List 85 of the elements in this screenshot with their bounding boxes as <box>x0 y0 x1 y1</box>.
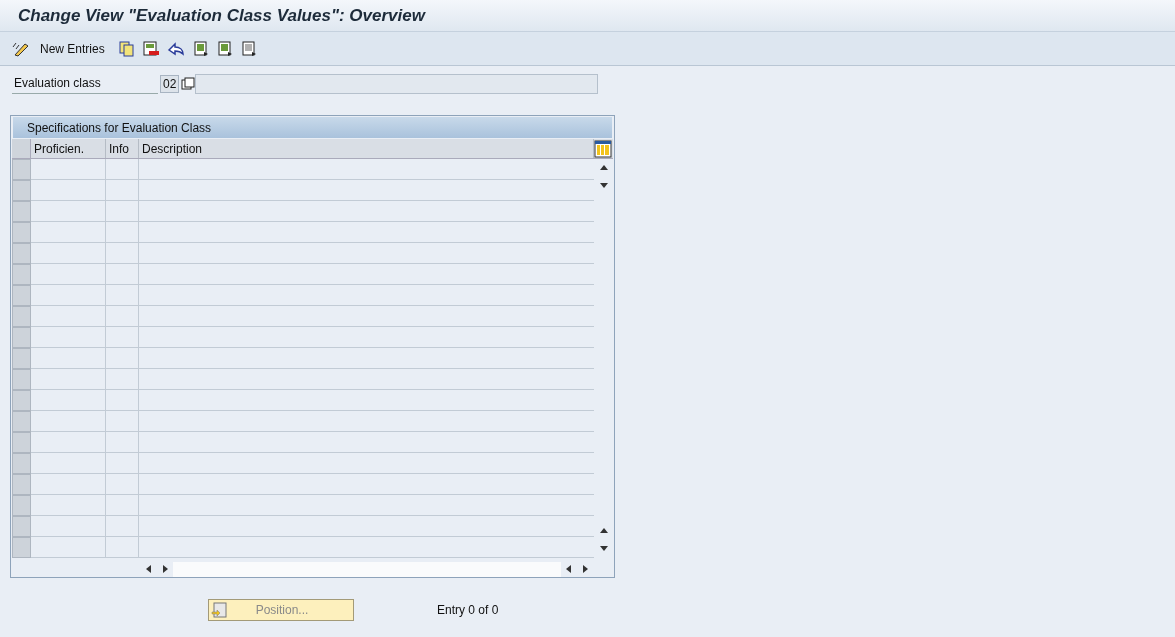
window-title: Change View "Evaluation Class Values": Overview <box>18 4 425 27</box>
row-selector[interactable] <box>12 264 31 285</box>
table-cell[interactable] <box>106 159 139 180</box>
table-cell[interactable] <box>31 285 106 306</box>
row-selector[interactable] <box>12 348 31 369</box>
table-cell[interactable] <box>31 537 106 558</box>
row-selector[interactable] <box>12 411 31 432</box>
table-cell[interactable] <box>106 306 139 327</box>
column-settings-icon[interactable] <box>594 139 612 158</box>
table-cell[interactable] <box>106 495 139 516</box>
table-cell[interactable] <box>106 264 139 285</box>
table-cell[interactable] <box>106 411 139 432</box>
row-selector[interactable] <box>12 222 31 243</box>
undo-arrow-icon[interactable] <box>166 40 185 57</box>
row-selector[interactable] <box>12 516 31 537</box>
table-cell[interactable] <box>31 264 106 285</box>
field-label: Evaluation class <box>12 74 158 94</box>
table-cell[interactable] <box>106 285 139 306</box>
row-selector[interactable] <box>12 453 31 474</box>
row-selector[interactable] <box>12 537 31 558</box>
table-cell[interactable] <box>31 348 106 369</box>
row-selector[interactable] <box>12 474 31 495</box>
scroll-right-icon[interactable] <box>161 565 169 573</box>
table-cell[interactable] <box>106 180 139 201</box>
table-cell[interactable] <box>31 516 106 537</box>
new-entries-button[interactable]: New Entries <box>40 39 105 58</box>
delete-row-icon[interactable] <box>142 40 159 57</box>
value-help-icon[interactable] <box>181 77 196 91</box>
document-icon[interactable] <box>216 40 233 57</box>
table-cell[interactable] <box>106 537 139 558</box>
scroll-up-icon[interactable] <box>599 164 608 172</box>
table-cell[interactable] <box>31 474 106 495</box>
table-cell[interactable] <box>31 432 106 453</box>
table-cell[interactable] <box>106 369 139 390</box>
row-selector[interactable] <box>12 285 31 306</box>
table-cell[interactable] <box>106 348 139 369</box>
scroll-left-icon[interactable] <box>145 565 153 573</box>
row-selector[interactable] <box>12 201 31 222</box>
pencil-icon[interactable] <box>12 40 30 57</box>
table-cell[interactable] <box>31 159 106 180</box>
scroll-right-icon[interactable] <box>581 565 589 573</box>
row-selector[interactable] <box>12 327 31 348</box>
table-cell[interactable] <box>31 327 106 348</box>
table-cell[interactable] <box>31 369 106 390</box>
table-cell[interactable] <box>31 390 106 411</box>
table-cell[interactable] <box>106 243 139 264</box>
row-selector[interactable] <box>12 180 31 201</box>
scroll-left-icon[interactable] <box>565 565 573 573</box>
row-selector[interactable] <box>12 369 31 390</box>
table-cell[interactable] <box>106 390 139 411</box>
table-cell[interactable] <box>31 453 106 474</box>
table-cell[interactable] <box>106 453 139 474</box>
table-cell[interactable] <box>106 222 139 243</box>
column-header[interactable]: Proficien. <box>31 139 106 158</box>
table-cell[interactable] <box>106 474 139 495</box>
scroll-down-icon[interactable] <box>599 182 608 190</box>
column-header[interactable]: Info <box>106 139 139 158</box>
row-selector-header[interactable] <box>12 139 31 158</box>
horizontal-scrollbar[interactable] <box>173 561 561 577</box>
row-selector[interactable] <box>12 306 31 327</box>
table-cell[interactable] <box>31 411 106 432</box>
table-cell[interactable] <box>31 180 106 201</box>
evaluation-class-field[interactable]: 02 <box>160 75 180 93</box>
entry-counter: Entry 0 of 0 <box>437 602 499 619</box>
table-cell[interactable] <box>106 432 139 453</box>
scroll-down-icon[interactable] <box>599 545 608 553</box>
table-title: Specifications for Evaluation Class <box>13 117 612 138</box>
document-icon[interactable] <box>192 40 209 57</box>
position-icon <box>211 602 227 618</box>
copy-icon[interactable] <box>118 40 135 57</box>
table-cell[interactable] <box>106 201 139 222</box>
table-cell[interactable] <box>106 516 139 537</box>
scroll-up-icon[interactable] <box>599 527 608 535</box>
document-icon[interactable] <box>240 40 257 57</box>
row-selector[interactable] <box>12 495 31 516</box>
row-selector[interactable] <box>12 243 31 264</box>
row-selector[interactable] <box>12 390 31 411</box>
table-cell[interactable] <box>31 495 106 516</box>
row-selector[interactable] <box>12 432 31 453</box>
table-cell[interactable] <box>31 243 106 264</box>
table-cell[interactable] <box>31 222 106 243</box>
table-cell[interactable] <box>106 327 139 348</box>
table-cell[interactable] <box>31 201 106 222</box>
row-selector[interactable] <box>12 159 31 180</box>
table-cell[interactable] <box>31 306 106 327</box>
